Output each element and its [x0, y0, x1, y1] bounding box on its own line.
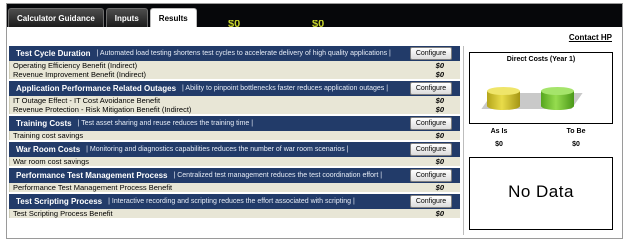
chart-title: Direct Costs (Year 1) — [506, 56, 576, 63]
configure-button[interactable]: Configure — [410, 117, 452, 130]
section-description: | Monitoring and diagnostics capabilitie… — [86, 146, 349, 153]
section-description: | Interactive recording and scripting re… — [108, 198, 355, 205]
tab-calculator-guidance[interactable]: Calculator Guidance — [8, 8, 104, 27]
list-item: Revenue Improvement Benefit (Indirect) $… — [9, 70, 460, 79]
list-item: Training cost savings $0 — [9, 131, 460, 140]
section-description: | Ability to pinpoint bottlenecks faster… — [182, 85, 389, 92]
as-is-label: As Is — [490, 128, 508, 135]
item-label: Training cost savings — [13, 131, 84, 140]
section-title: Application Performance Related Outages — [16, 84, 177, 93]
list-item: Revenue Protection - Risk Mitigation Ben… — [9, 105, 460, 114]
section-performance-test-management: Performance Test Management Process | Ce… — [9, 168, 460, 192]
item-value: $0 — [435, 96, 444, 105]
header-total-value-1: $0 — [228, 20, 241, 27]
results-panel: Direct Costs (Year 1) As Is $0 To Be $0 … — [469, 50, 613, 230]
section-training-costs: Training Costs | Test asset sharing and … — [9, 116, 460, 140]
as-is-value: $0 — [495, 141, 503, 148]
configure-button[interactable]: Configure — [410, 169, 452, 182]
item-value: $0 — [435, 183, 444, 192]
item-value: $0 — [435, 70, 444, 79]
section-title: Performance Test Management Process — [16, 171, 168, 180]
item-label: Test Scripting Process Benefit — [13, 209, 113, 218]
section-test-cycle-duration: Test Cycle Duration | Automated load tes… — [9, 46, 460, 79]
tab-results[interactable]: Results — [149, 8, 197, 27]
direct-costs-chart: Direct Costs (Year 1) — [469, 52, 613, 124]
tab-bar: Calculator Guidance Inputs Results — [8, 8, 199, 27]
section-description: | Automated load testing shortens test c… — [96, 50, 391, 57]
item-value: $0 — [435, 209, 444, 218]
bar-to-be — [541, 87, 574, 110]
section-header: War Room Costs | Monitoring and diagnost… — [9, 142, 460, 157]
section-test-scripting-process: Test Scripting Process | Interactive rec… — [9, 194, 460, 218]
contact-hp-link[interactable]: Contact HP — [569, 33, 612, 42]
item-label: Performance Test Management Process Bene… — [13, 183, 173, 192]
configure-button[interactable]: Configure — [410, 143, 452, 156]
item-label: War room cost savings — [13, 157, 89, 166]
item-label: Revenue Protection - Risk Mitigation Ben… — [13, 105, 192, 114]
configure-button[interactable]: Configure — [410, 47, 452, 60]
to-be-summary: To Be $0 — [556, 128, 596, 148]
as-is-summary: As Is $0 — [479, 128, 519, 148]
section-war-room-costs: War Room Costs | Monitoring and diagnost… — [9, 142, 460, 166]
to-be-label: To Be — [566, 128, 586, 135]
section-header: Test Cycle Duration | Automated load tes… — [9, 46, 460, 61]
section-header: Application Performance Related Outages … — [9, 81, 460, 96]
item-value: $0 — [435, 105, 444, 114]
list-item: Operating Efficiency Benefit (Indirect) … — [9, 61, 460, 70]
benefit-sections: Test Cycle Duration | Automated load tes… — [9, 46, 460, 220]
section-header: Performance Test Management Process | Ce… — [9, 168, 460, 183]
tab-inputs[interactable]: Inputs — [105, 8, 148, 27]
section-title: Test Cycle Duration — [16, 49, 91, 58]
to-be-value: $0 — [572, 141, 580, 148]
configure-button[interactable]: Configure — [410, 82, 452, 95]
section-application-performance-outages: Application Performance Related Outages … — [9, 81, 460, 114]
section-description: | Test asset sharing and reuse reduces t… — [77, 120, 254, 127]
configure-button[interactable]: Configure — [410, 195, 452, 208]
list-item: IT Outage Effect - IT Cost Avoidance Ben… — [9, 96, 460, 105]
item-value: $0 — [435, 157, 444, 166]
no-data-panel: No Data — [469, 157, 613, 230]
top-header-bar: Calculator Guidance Inputs Results $0 $0 — [7, 4, 622, 27]
list-item: Test Scripting Process Benefit $0 — [9, 209, 460, 218]
section-title: Test Scripting Process — [16, 197, 103, 206]
section-title: Training Costs — [16, 119, 72, 128]
section-header: Training Costs | Test asset sharing and … — [9, 116, 460, 131]
list-item: Performance Test Management Process Bene… — [9, 183, 460, 192]
item-value: $0 — [435, 131, 444, 140]
bar-as-is — [487, 87, 520, 110]
section-header: Test Scripting Process | Interactive rec… — [9, 194, 460, 209]
header-total-value-2: $0 — [312, 20, 325, 27]
item-label: Revenue Improvement Benefit (Indirect) — [13, 70, 146, 79]
item-label: Operating Efficiency Benefit (Indirect) — [13, 61, 138, 70]
list-item: War room cost savings $0 — [9, 157, 460, 166]
no-data-text: No Data — [508, 182, 574, 201]
panel-divider — [463, 46, 464, 235]
section-description: | Centralized test management reduces th… — [173, 172, 383, 179]
item-value: $0 — [435, 61, 444, 70]
section-title: War Room Costs — [16, 145, 81, 154]
item-label: IT Outage Effect - IT Cost Avoidance Ben… — [13, 96, 161, 105]
